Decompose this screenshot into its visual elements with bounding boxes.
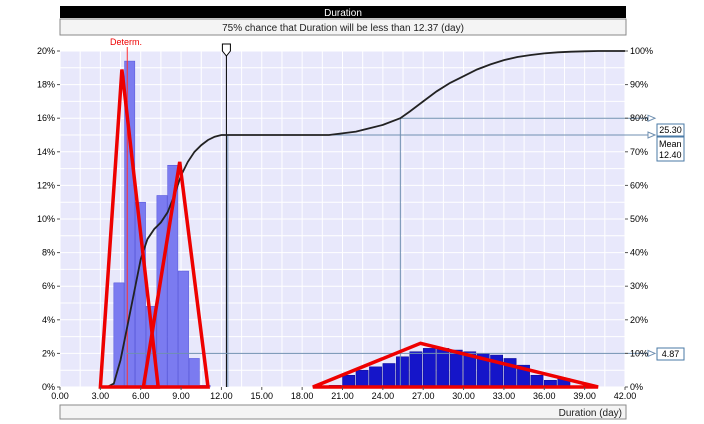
callout-mean-label: Mean: [659, 139, 682, 149]
y-left-tick-label: 6%: [42, 281, 55, 291]
determ-label: Determ.: [110, 37, 142, 47]
x-tick-label: 24.00: [372, 391, 395, 401]
callout-mean-value: 12.40: [659, 150, 682, 160]
histogram-bar: [409, 351, 423, 388]
callout-p80: 25.30: [656, 123, 685, 137]
y-left-tick-label: 12%: [37, 180, 55, 190]
histogram-bar: [113, 282, 125, 388]
y-right-tick-label: 40%: [630, 248, 648, 258]
x-tick-label: 33.00: [493, 391, 516, 401]
histogram-bar: [188, 358, 200, 388]
duration-chart: Duration 75% chance that Duration will b…: [37, 6, 685, 420]
histogram-bar: [382, 363, 396, 388]
guide-arrow-10: [647, 349, 657, 358]
x-tick-label: 3.00: [92, 391, 110, 401]
histogram-bar: [369, 366, 382, 388]
y-left-tick-label: 4%: [42, 315, 55, 325]
y-left-tick-label: 8%: [42, 248, 55, 258]
x-tick-label: 18.00: [291, 391, 314, 401]
y-right-tick-label: 80%: [630, 113, 648, 123]
histogram-bar: [396, 356, 409, 388]
y-left-tick-label: 16%: [37, 113, 55, 123]
y-right-tick-label: 10%: [630, 348, 648, 358]
guide-arrow-75: [647, 131, 657, 139]
x-tick-label: 30.00: [452, 391, 475, 401]
callout-p80-value: 25.30: [659, 125, 682, 135]
y-left-tick-label: 0%: [42, 382, 55, 392]
y-right-tick-label: 30%: [630, 281, 648, 291]
x-tick-label: 12.00: [210, 391, 233, 401]
guide-arrow-80: [647, 114, 657, 122]
x-tick-label: 15.00: [251, 391, 274, 401]
histogram-bar: [178, 270, 189, 388]
callout-p10: 4.87: [656, 347, 685, 361]
y-right-tick-label: 0%: [630, 382, 643, 392]
y-right-tick-label: 100%: [630, 46, 653, 56]
y-right-tick-label: 60%: [630, 180, 648, 190]
y-left-tick-label: 10%: [37, 214, 55, 224]
histogram-bar: [422, 348, 436, 388]
x-tick-label: 42.00: [614, 391, 637, 401]
x-label-box: [59, 404, 627, 420]
y-left-tick-label: 20%: [37, 46, 55, 56]
x-tick-label: 21.00: [331, 391, 354, 401]
x-tick-label: 39.00: [573, 391, 596, 401]
callout-p10-value: 4.87: [662, 349, 680, 359]
x-tick-label: 9.00: [172, 391, 190, 401]
x-tick-label: 27.00: [412, 391, 435, 401]
y-left-tick-label: 14%: [37, 147, 55, 157]
histogram-bar: [530, 374, 544, 388]
chart-subtitle: 75% chance that Duration will be less th…: [222, 23, 464, 34]
x-tick-label: 6.00: [132, 391, 150, 401]
chart-window: Duration 75% chance that Duration will b…: [0, 0, 704, 424]
y-right-tick-label: 20%: [630, 315, 648, 325]
y-right-tick-label: 70%: [630, 147, 648, 157]
y-left-tick-label: 2%: [42, 348, 55, 358]
y-left-tick-label: 18%: [37, 80, 55, 90]
y-right-tick-label: 90%: [630, 80, 648, 90]
callout-mean: Mean 12.40: [656, 136, 685, 162]
chart-title: Duration: [324, 8, 362, 19]
y-right-tick-label: 50%: [630, 214, 648, 224]
histogram-bar: [449, 349, 463, 388]
histogram-bar: [355, 369, 369, 388]
x-axis-label: Duration (day): [559, 408, 622, 419]
histogram-bar: [436, 348, 450, 388]
x-tick-label: 36.00: [533, 391, 556, 401]
histogram-bar: [342, 374, 356, 388]
x-tick-label: 0.00: [51, 391, 69, 401]
